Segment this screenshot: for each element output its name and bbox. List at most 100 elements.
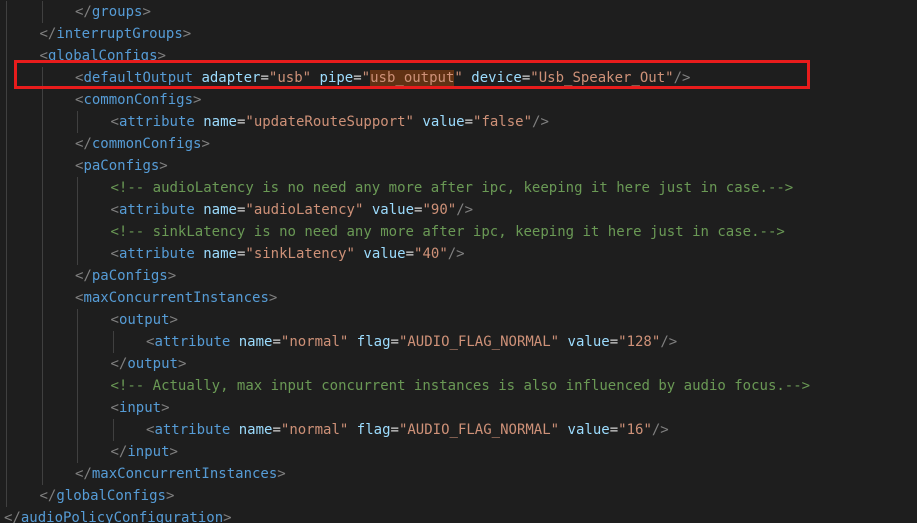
tag-name: input — [127, 444, 170, 460]
tag-bracket: </ — [110, 444, 128, 460]
tag-bracket: > — [167, 268, 177, 284]
tag-bracket: </ — [39, 488, 57, 504]
attr-value: normal — [289, 334, 340, 350]
code-line[interactable]: <attribute name="normal" flag="AUDIO_FLA… — [146, 331, 677, 353]
tag-name: groups — [91, 4, 143, 20]
tag-name: paConfigs — [91, 268, 168, 284]
code-line[interactable]: </paConfigs> — [75, 265, 176, 287]
attr-name: name — [203, 246, 237, 262]
indent-guide — [112, 419, 114, 441]
tag-bracket: /> — [651, 422, 669, 438]
attr-name: value — [567, 422, 610, 438]
tag-bracket: > — [182, 26, 192, 42]
code-line[interactable]: <attribute name="updateRouteSupport" val… — [111, 111, 549, 133]
tag-name: paConfigs — [83, 158, 160, 174]
attr-name: value — [363, 246, 406, 262]
indent-guide — [41, 67, 43, 485]
highlight-box — [14, 60, 810, 89]
tag-bracket: </ — [4, 510, 21, 523]
xml-comment: <!-- Actually, max input concurrent inst… — [110, 378, 811, 394]
tag-bracket: </ — [39, 26, 57, 42]
attr-name: name — [238, 422, 273, 438]
attr-value: normal — [289, 422, 340, 438]
tag-name: maxConcurrentInstances — [91, 466, 278, 482]
attr-name: name — [238, 334, 273, 350]
attr-name: value — [567, 334, 610, 350]
code-line[interactable]: <maxConcurrentInstances> — [75, 287, 277, 309]
attr-value: updateRouteSupport — [253, 114, 406, 130]
code-line[interactable]: </groups> — [75, 1, 151, 23]
attr-value: AUDIO_FLAG_NORMAL — [407, 422, 551, 438]
indent-guide — [41, 1, 43, 23]
tag-name: attribute — [154, 422, 231, 438]
code-line[interactable]: <attribute name="normal" flag="AUDIO_FLA… — [146, 419, 669, 441]
code-line[interactable]: <!-- Actually, max input concurrent inst… — [111, 375, 811, 397]
attr-name: name — [203, 202, 237, 218]
tag-bracket: </ — [75, 466, 92, 482]
tag-bracket: /> — [447, 246, 465, 262]
indent-guide — [77, 111, 78, 133]
code-line[interactable]: <commonConfigs> — [75, 89, 201, 111]
attr-value: AUDIO_FLAG_NORMAL — [407, 334, 551, 350]
tag-bracket: < — [110, 202, 119, 218]
tag-bracket: /> — [660, 334, 678, 350]
code-line[interactable]: <attribute name="audioLatency" value="90… — [111, 199, 474, 221]
code-line[interactable]: </interruptGroups> — [40, 23, 192, 45]
tag-bracket: > — [223, 510, 232, 523]
code-line[interactable]: </input> — [111, 441, 178, 463]
tag-bracket: > — [201, 136, 210, 152]
tag-bracket: > — [169, 312, 178, 328]
tag-bracket: /> — [532, 114, 549, 130]
tag-bracket: < — [110, 400, 119, 416]
code-line[interactable]: <!-- audioLatency is no need any more af… — [111, 177, 794, 199]
indent-guide — [112, 331, 114, 353]
xml-comment: <!-- sinkLatency is no need any more aft… — [110, 224, 785, 240]
tag-bracket: < — [110, 114, 119, 130]
attr-name: flag — [356, 334, 391, 350]
code-line[interactable]: <output> — [111, 309, 178, 331]
code-line[interactable]: </commonConfigs> — [75, 133, 210, 155]
tag-name: globalConfigs — [56, 488, 166, 504]
attr-name: value — [371, 202, 415, 218]
tag-bracket: /> — [456, 202, 474, 218]
attr-value: audioLatency — [253, 202, 355, 218]
tag-bracket: </ — [75, 136, 92, 152]
tag-bracket: > — [161, 400, 170, 416]
tag-name: input — [118, 400, 162, 416]
tag-bracket: > — [142, 4, 151, 20]
code-line[interactable]: </output> — [111, 353, 187, 375]
attr-name: name — [203, 114, 237, 130]
code-line[interactable]: <paConfigs> — [75, 155, 168, 177]
code-line[interactable]: <!-- sinkLatency is no need any more aft… — [111, 221, 785, 243]
tag-name: attribute — [118, 202, 195, 218]
tag-bracket: </ — [75, 4, 92, 20]
attr-value: 128 — [626, 334, 652, 350]
code-line[interactable]: </maxConcurrentInstances> — [75, 463, 286, 485]
code-line[interactable]: </globalConfigs> — [40, 485, 175, 507]
tag-bracket: < — [110, 246, 119, 262]
attr-value: sinkLatency — [253, 246, 347, 262]
attr-value: 90 — [430, 202, 448, 218]
tag-bracket: > — [177, 356, 187, 372]
tag-name: commonConfigs — [83, 92, 194, 108]
indent-guide — [6, 1, 7, 507]
tag-bracket: </ — [75, 268, 92, 284]
code-editor[interactable]: </groups> </interruptGroups> <globalConfig… — [0, 0, 917, 523]
indent-guide — [77, 309, 78, 463]
tag-name: output — [127, 356, 178, 372]
xml-comment: <!-- audioLatency is no need any more af… — [110, 180, 794, 196]
attr-value: false — [481, 114, 524, 130]
tag-name: attribute — [118, 246, 195, 262]
tag-name: attribute — [118, 114, 195, 130]
code-line[interactable]: <attribute name="sinkLatency" value="40"… — [111, 243, 465, 265]
tag-name: maxConcurrentInstances — [83, 290, 269, 306]
tag-bracket: > — [193, 92, 202, 108]
code-line[interactable]: </audioPolicyConfiguration> — [4, 507, 232, 523]
code-line[interactable]: <input> — [111, 397, 170, 419]
tag-bracket: > — [169, 444, 178, 460]
indent-guide — [77, 177, 78, 265]
tag-name: commonConfigs — [91, 136, 202, 152]
tag-bracket: < — [110, 312, 119, 328]
tag-name: audioPolicyConfiguration — [20, 510, 224, 523]
tag-bracket: > — [268, 290, 278, 306]
